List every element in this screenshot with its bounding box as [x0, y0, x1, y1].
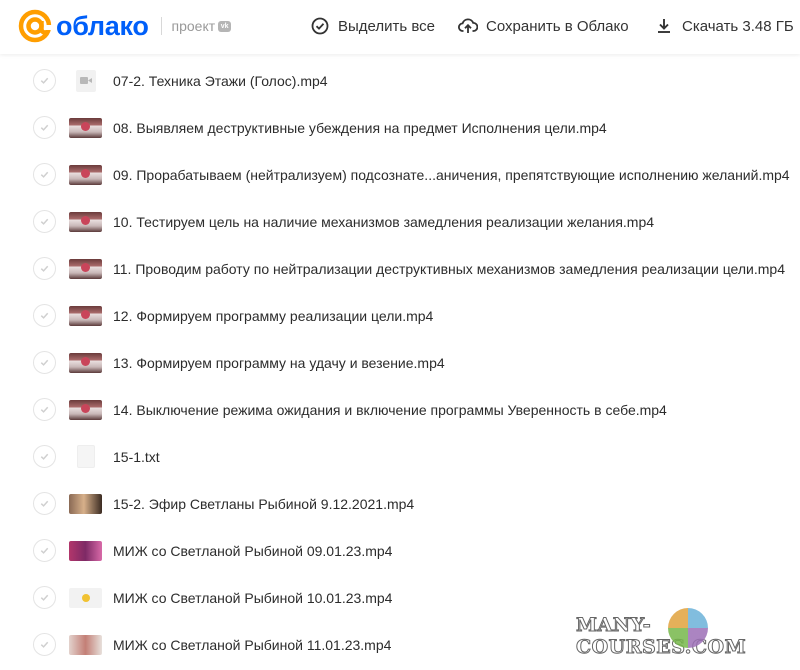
file-thumbnail: [69, 399, 102, 420]
checkmark-icon: [40, 594, 49, 601]
checkmark-icon: [40, 77, 49, 84]
checkmark-icon: [40, 218, 49, 225]
file-row[interactable]: 12. Формируем программу реализации цели.…: [0, 292, 800, 339]
file-name[interactable]: МИЖ со Светланой Рыбиной 09.01.23.mp4: [113, 543, 392, 559]
checkmark-icon: [40, 312, 49, 319]
file-name[interactable]: МИЖ со Светланой Рыбиной 10.01.23.mp4: [113, 590, 392, 606]
vk-badge-icon: vk: [218, 20, 232, 32]
file-thumbnail: [69, 117, 102, 138]
checkmark-icon: [40, 124, 49, 131]
file-row[interactable]: 15-1.txt: [0, 433, 800, 480]
download-button[interactable]: Скачать 3.48 ГБ: [654, 16, 794, 36]
file-name[interactable]: 14. Выключение режима ожидания и включен…: [113, 402, 667, 418]
top-toolbar: облако проект vk Выделить все Сохранить …: [0, 0, 800, 54]
select-checkbox[interactable]: [33, 116, 56, 139]
download-label: Скачать 3.48 ГБ: [682, 17, 794, 35]
file-thumbnail: [69, 211, 102, 232]
checkmark-icon: [40, 406, 49, 413]
select-checkbox[interactable]: [33, 163, 56, 186]
file-name[interactable]: 15-1.txt: [113, 449, 160, 465]
file-row[interactable]: 08. Выявляем деструктивные убеждения на …: [0, 104, 800, 151]
check-circle-icon: [311, 17, 329, 35]
file-thumbnail: [69, 164, 102, 185]
select-checkbox[interactable]: [33, 69, 56, 92]
file-row[interactable]: 10. Тестируем цель на наличие механизмов…: [0, 198, 800, 245]
select-checkbox[interactable]: [33, 304, 56, 327]
select-all-button[interactable]: Выделить все: [310, 16, 435, 36]
file-name[interactable]: МИЖ со Светланой Рыбиной 11.01.23.mp4: [113, 637, 391, 653]
select-checkbox[interactable]: [33, 351, 56, 374]
file-name[interactable]: 09. Прорабатываем (нейтрализуем) подсозн…: [113, 167, 790, 183]
checkmark-icon: [40, 453, 49, 460]
select-checkbox[interactable]: [33, 210, 56, 233]
file-thumbnail: [69, 587, 102, 608]
file-list: 07-2. Техника Этажи (Голос).mp4 08. Выявл…: [0, 57, 800, 668]
file-row[interactable]: 09. Прорабатываем (нейтрализуем) подсозн…: [0, 151, 800, 198]
logo-text: облако: [56, 10, 149, 41]
file-row[interactable]: 11. Проводим работу по нейтрализации дес…: [0, 245, 800, 292]
checkmark-icon: [40, 171, 49, 178]
checkmark-icon: [40, 547, 49, 554]
file-thumbnail: [69, 352, 102, 373]
watermark: MANY-COURSES.COM: [576, 608, 800, 659]
at-sign-logo-icon: [18, 9, 52, 43]
cloud-upload-icon: [458, 18, 478, 33]
file-name[interactable]: 08. Выявляем деструктивные убеждения на …: [113, 120, 607, 136]
file-name[interactable]: 13. Формируем программу на удачу и везен…: [113, 355, 445, 371]
checkmark-icon: [40, 641, 49, 648]
select-checkbox[interactable]: [33, 586, 56, 609]
text-file-icon: [77, 445, 95, 468]
select-checkbox[interactable]: [33, 257, 56, 280]
file-thumbnail: [69, 540, 102, 561]
cloud-logo[interactable]: облако проект vk: [18, 9, 232, 43]
file-row[interactable]: 15-2. Эфир Светланы Рыбиной 9.12.2021.mp…: [0, 480, 800, 527]
file-thumbnail: [69, 305, 102, 326]
file-name[interactable]: 11. Проводим работу по нейтрализации дес…: [113, 261, 785, 277]
logo-divider: [160, 17, 162, 35]
select-checkbox[interactable]: [33, 398, 56, 421]
select-checkbox[interactable]: [33, 445, 56, 468]
select-checkbox[interactable]: [33, 633, 56, 656]
save-to-cloud-button[interactable]: Сохранить в Облако: [458, 16, 629, 36]
file-thumbnail: [69, 258, 102, 279]
globe-watermark-icon: [668, 608, 708, 648]
checkmark-icon: [40, 359, 49, 366]
file-name[interactable]: 07-2. Техника Этажи (Голос).mp4: [113, 73, 328, 89]
save-to-cloud-label: Сохранить в Облако: [486, 17, 629, 35]
file-name[interactable]: 15-2. Эфир Светланы Рыбиной 9.12.2021.mp…: [113, 496, 414, 512]
file-thumbnail: [69, 493, 102, 514]
select-checkbox[interactable]: [33, 492, 56, 515]
file-row[interactable]: МИЖ со Светланой Рыбиной 09.01.23.mp4: [0, 527, 800, 574]
file-thumbnail: [69, 634, 102, 655]
file-row[interactable]: 13. Формируем программу на удачу и везен…: [0, 339, 800, 386]
video-file-icon: [76, 69, 96, 92]
select-checkbox[interactable]: [33, 539, 56, 562]
file-row[interactable]: 07-2. Техника Этажи (Голос).mp4: [0, 57, 800, 104]
checkmark-icon: [40, 500, 49, 507]
file-name[interactable]: 10. Тестируем цель на наличие механизмов…: [113, 214, 654, 230]
file-name[interactable]: 12. Формируем программу реализации цели.…: [113, 308, 433, 324]
logo-project-label: проект: [171, 18, 216, 34]
checkmark-icon: [40, 265, 49, 272]
download-icon: [658, 19, 670, 33]
file-row[interactable]: 14. Выключение режима ожидания и включен…: [0, 386, 800, 433]
select-all-label: Выделить все: [338, 17, 436, 35]
